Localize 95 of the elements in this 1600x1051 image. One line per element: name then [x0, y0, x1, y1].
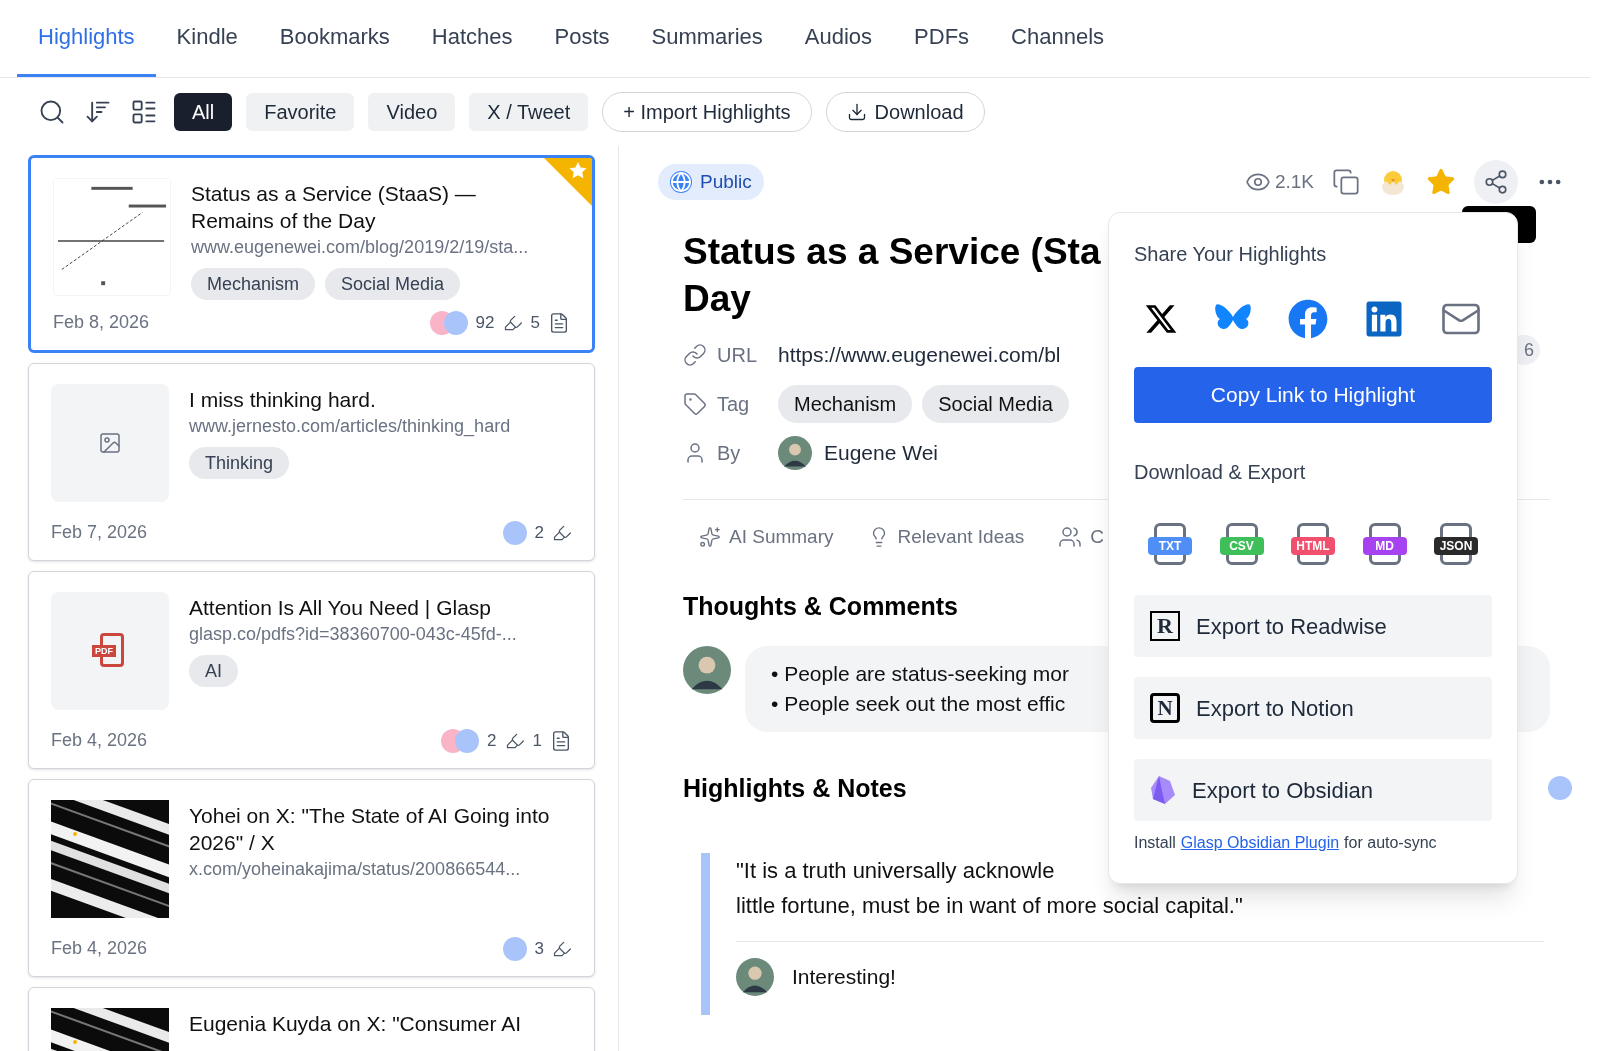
note-icon [548, 311, 570, 334]
comment-line: • People are status-seeking mor [771, 660, 1069, 687]
meta-label: Tag [717, 391, 750, 417]
article-title: Day [683, 277, 751, 321]
url-text[interactable]: https://www.eugenewei.com/bl [778, 338, 1061, 371]
card-title: Yohei on X: "The State of AI Going into 2026" / X [189, 803, 551, 856]
popup-heading: Download & Export [1134, 460, 1307, 485]
note-icon [550, 729, 572, 752]
commenter-avatar [683, 645, 731, 694]
note-count: 5 [530, 311, 540, 334]
notion-icon: N [1150, 693, 1180, 723]
filter-chip[interactable]: Favorite [246, 93, 355, 131]
tag-chip[interactable]: Mechanism [778, 384, 913, 423]
highlight-count: 2 [534, 521, 544, 544]
copy-link-button[interactable]: Copy Link to Highlight [1134, 367, 1492, 423]
section-heading: Thoughts & Comments [683, 591, 958, 622]
meta-label: By [717, 440, 741, 466]
share-button[interactable] [1474, 160, 1518, 204]
card-title: Status as a Service (StaaS) — Remains of the Day [191, 181, 477, 234]
globe-icon [670, 171, 692, 193]
card-url: glasp.co/pdfs?id=38360700-043c-45fd-... [189, 623, 518, 646]
section-tab[interactable]: C [1058, 522, 1104, 552]
sparkles-icon [699, 526, 721, 548]
card-title: Attention Is All You Need | Glasp [189, 595, 492, 621]
card-url: www.eugenewei.com/blog/2019/2/19/sta... [191, 236, 530, 259]
facebook-icon[interactable] [1288, 299, 1328, 339]
nav-tab[interactable]: Posts [533, 0, 631, 77]
commenter-avatar [736, 958, 774, 996]
export-button[interactable]: Export to Obsidian [1134, 759, 1492, 821]
readwise-icon: R [1150, 611, 1180, 641]
highlight-count: 3 [534, 937, 544, 960]
card-title: I miss thinking hard. [189, 387, 377, 413]
highlight-card[interactable]: I miss thinking hard. www.jernesto.com/articles/thinking_hard Thinking Feb 7, 2026 2 [28, 363, 595, 561]
highlight-card[interactable]: Status as a Service (StaaS) — Remains of the Day www.eugenewei.com/blog/2019/2/19/sta... Mechanism Social Media Feb 8, 2026 92 5 [28, 155, 595, 353]
highlight-card[interactable]: PDF Attention Is All You Need | Glasp glasp.co/pdfs?id=38360700-043c-45fd-... AI Feb 4, 2026 2 1 [28, 571, 595, 769]
favorite-star-icon[interactable] [1426, 167, 1456, 197]
section-tab[interactable]: Relevant Ideas [867, 522, 1025, 552]
nav-tab[interactable]: Audios [783, 0, 894, 77]
card-date: Feb 7, 2026 [51, 521, 148, 544]
view-count: 2.1K [1274, 169, 1314, 194]
meta-label: URL [717, 342, 757, 368]
note-text: Interesting! [792, 964, 896, 991]
highlight-card[interactable]: Yohei on X: "The State of AI Going into 2026" / X x.com/yoheinakajima/status/200866544... Feb 4, 2026 3 [28, 779, 595, 977]
note-count: 1 [532, 729, 542, 752]
card-url: x.com/yoheinakajima/status/200866544... [189, 858, 522, 881]
people-icon [1058, 525, 1083, 549]
visibility-badge[interactable]: Public [658, 164, 764, 200]
list-view-icon[interactable] [130, 98, 158, 126]
highlight-quote: little fortune, must be in want of more social capital." [736, 892, 1243, 920]
filter-chip[interactable]: X / Tweet [469, 93, 589, 131]
tag-chip[interactable]: Social Media [922, 384, 1069, 423]
crystal-icon [1150, 775, 1176, 805]
tag-chip[interactable]: Social Media [325, 268, 461, 300]
search-icon[interactable] [38, 98, 66, 126]
card-date: Feb 8, 2026 [53, 311, 150, 334]
export-button[interactable]: R Export to Readwise [1134, 595, 1492, 657]
filter-chip[interactable]: All [174, 93, 233, 131]
highlight-count: 92 [475, 311, 495, 334]
nav-tab[interactable]: PDFs [893, 0, 991, 77]
highlight-count: 2 [487, 729, 497, 752]
nav-tab[interactable]: Highlights [17, 0, 156, 77]
tag-chip[interactable]: Thinking [189, 447, 290, 479]
card-url: www.jernesto.com/articles/thinking_hard [189, 415, 512, 439]
filter-chip[interactable]: Video [368, 93, 456, 131]
footer-text: Install [1134, 833, 1176, 853]
card-date: Feb 4, 2026 [51, 729, 148, 752]
tag-icon [683, 391, 707, 416]
highlight-quote: "It is a truth universally acknowle [736, 857, 1055, 885]
nav-tab[interactable]: Bookmarks [258, 0, 411, 77]
tag-chip[interactable]: Mechanism [191, 268, 316, 300]
plugin-link[interactable]: Glasp Obsidian Plugin [1180, 831, 1340, 855]
section-tab[interactable]: AI Summary [699, 522, 834, 552]
nav-tab[interactable]: Kindle [155, 0, 259, 77]
highlight-card[interactable]: Eugenia Kuyda on X: "Consumer AI [28, 987, 595, 1051]
card-date: Feb 4, 2026 [51, 937, 148, 960]
footer-text: for auto-sync [1344, 833, 1437, 853]
nav-tab[interactable]: Hatches [410, 0, 534, 77]
tag-chip[interactable]: AI [189, 655, 238, 687]
linkedin-icon[interactable] [1364, 299, 1404, 339]
image-icon [98, 431, 122, 455]
nav-tab[interactable]: Summaries [630, 0, 784, 77]
x-logo-icon[interactable] [1144, 302, 1178, 336]
card-title: Eugenia Kuyda on X: "Consumer AI [189, 1011, 522, 1037]
popup-heading: Share Your Highlights [1134, 242, 1328, 267]
article-title: Status as a Service (Sta [683, 230, 1101, 274]
nav-tab[interactable]: Channels [990, 0, 1126, 77]
author-name[interactable]: Eugene Wei [824, 436, 939, 469]
export-button[interactable]: N Export to Notion [1134, 677, 1492, 739]
comment-line: • People seek out the most effic [771, 690, 1066, 717]
link-icon [683, 342, 707, 367]
section-heading: Highlights & Notes [683, 772, 907, 804]
copy-icon[interactable] [1332, 168, 1360, 196]
download-icon [846, 102, 867, 122]
author-avatar [778, 435, 812, 470]
share-icon [1483, 169, 1509, 195]
